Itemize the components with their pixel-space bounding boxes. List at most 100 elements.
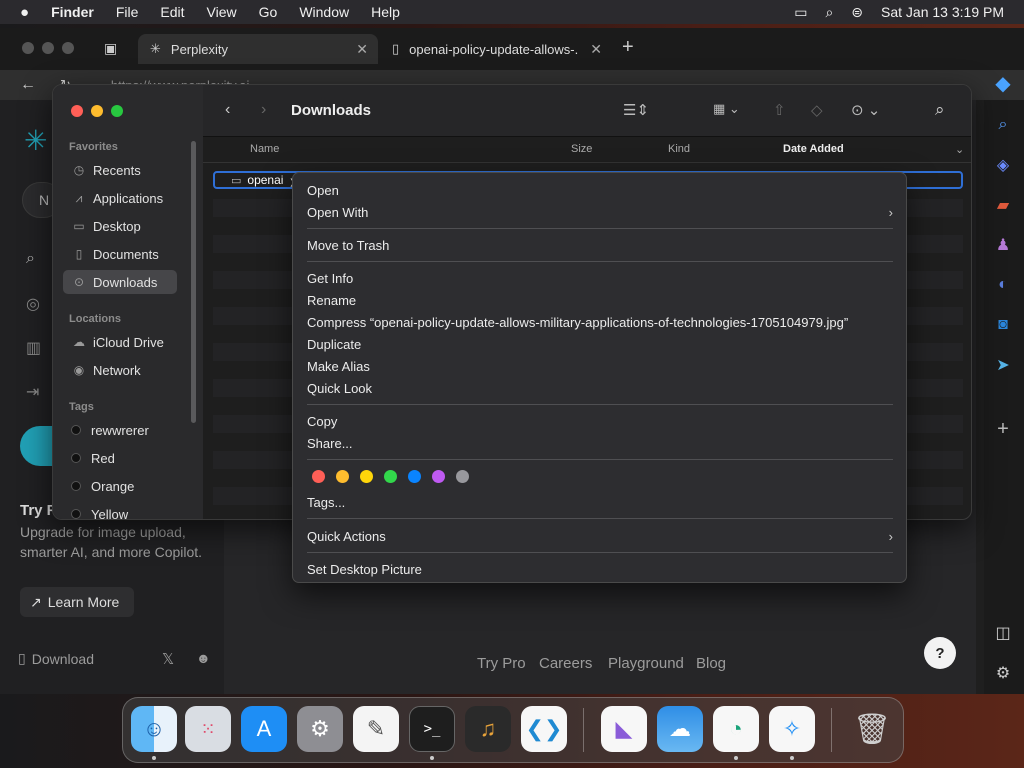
chevron-down-icon[interactable]: ⌄ <box>955 143 964 156</box>
sidebar-item-icloud-drive[interactable]: ☁ iCloud Drive <box>63 330 177 354</box>
games-icon[interactable]: ♟ <box>992 234 1014 256</box>
menu-item-set-desktop-picture[interactable]: Set Desktop Picture <box>307 559 422 579</box>
menu-item-make-alias[interactable]: Make Alias <box>307 356 370 376</box>
menu-item-quick-look[interactable]: Quick Look <box>307 378 372 398</box>
menu-edit[interactable]: Edit <box>160 4 184 20</box>
menu-view[interactable]: View <box>207 4 237 20</box>
tag-color-purple[interactable] <box>432 470 445 483</box>
menu-item-move-to-trash[interactable]: Move to Trash <box>307 235 389 255</box>
tab-openai-image[interactable]: ▯ openai-policy-update-allows-... ✕ <box>380 34 612 64</box>
sidebar-item-applications[interactable]: ⩘ Applications <box>63 186 177 210</box>
dock-garageband[interactable]: ♫ <box>465 706 511 752</box>
browser-close-dot[interactable] <box>22 42 34 54</box>
sidebar-tag-red[interactable]: Red <box>63 446 177 470</box>
menu-item-share[interactable]: Share... <box>307 433 353 453</box>
tag-color-red[interactable] <box>312 470 325 483</box>
sidebar-item-recents[interactable]: ◷ Recents <box>63 158 177 182</box>
dock-weather[interactable]: ☁ <box>657 706 703 752</box>
dock-safari[interactable]: ✧ <box>769 706 815 752</box>
tag-color-gray[interactable] <box>456 470 469 483</box>
zoom-window-button[interactable] <box>111 105 123 117</box>
dock-visual-studio[interactable]: ◣ <box>601 706 647 752</box>
menu-item-compress[interactable]: Compress “openai-policy-update-allows-mi… <box>307 312 848 332</box>
sign-in-icon[interactable]: ⇥ <box>26 382 39 402</box>
list-view-icon[interactable]: ☰⇕ <box>623 101 649 119</box>
footer-link-blog[interactable]: Blog <box>696 655 726 672</box>
back-icon[interactable]: ← <box>20 76 36 94</box>
footer-link-careers[interactable]: Careers <box>539 655 592 672</box>
tab-actions-icon[interactable]: ▣ <box>104 40 117 57</box>
control-center-icon[interactable]: ⊜ <box>851 4 863 21</box>
copilot-icon[interactable]: ◆ <box>992 72 1014 95</box>
microsoft-365-icon[interactable]: ◐ <box>992 274 1014 296</box>
tag-color-orange[interactable] <box>336 470 349 483</box>
outlook-icon[interactable]: ◙ <box>992 314 1014 336</box>
menu-item-open[interactable]: Open <box>307 180 339 200</box>
tag-color-green[interactable] <box>384 470 397 483</box>
tab-perplexity[interactable]: ✳ Perplexity ✕ <box>138 34 378 64</box>
dock-textedit[interactable]: ✎ <box>353 706 399 752</box>
dock-trash[interactable]: 🗑 <box>849 706 895 752</box>
perplexity-logo-icon[interactable]: ✳ <box>24 124 47 157</box>
dock-edge[interactable]: ◔ <box>713 706 759 752</box>
sidebar-scrollbar[interactable] <box>191 141 196 423</box>
menu-item-rename[interactable]: Rename <box>307 290 356 310</box>
add-icon[interactable]: + <box>992 418 1014 440</box>
menu-item-open-with[interactable]: Open With › <box>307 202 893 222</box>
library-icon[interactable]: ▥ <box>26 338 41 358</box>
dock-vscode[interactable]: ❮❯ <box>521 706 567 752</box>
shopping-icon[interactable]: ◈ <box>992 154 1014 176</box>
search-icon[interactable]: ⌕ <box>26 250 35 268</box>
menu-item-copy[interactable]: Copy <box>307 411 337 431</box>
display-icon[interactable]: ▭ <box>794 4 807 21</box>
close-icon[interactable]: ✕ <box>356 41 368 58</box>
column-size[interactable]: Size <box>571 143 592 155</box>
learn-more-button[interactable]: ↗ Learn More <box>20 587 134 617</box>
menu-clock[interactable]: Sat Jan 13 3:19 PM <box>881 4 1004 20</box>
sidebar-toggle-icon[interactable]: ◫ <box>992 622 1014 644</box>
menu-item-duplicate[interactable]: Duplicate <box>307 334 361 354</box>
menu-window[interactable]: Window <box>299 4 349 20</box>
apple-menu-icon[interactable]: ● <box>20 4 29 21</box>
close-window-button[interactable] <box>71 105 83 117</box>
send-icon[interactable]: ➤ <box>992 354 1014 376</box>
sidebar-item-desktop[interactable]: ▭ Desktop <box>63 214 177 238</box>
share-icon[interactable]: ⇧ <box>773 101 786 119</box>
sidebar-item-network[interactable]: ◉ Network <box>63 358 177 382</box>
menu-item-tags[interactable]: Tags... <box>307 492 345 512</box>
minimize-window-button[interactable] <box>91 105 103 117</box>
dock-terminal[interactable]: >_ <box>409 706 455 752</box>
search-icon[interactable]: ⌕ <box>992 114 1014 136</box>
discord-icon[interactable]: ☻ <box>196 650 211 666</box>
menu-item-get-info[interactable]: Get Info <box>307 268 353 288</box>
footer-link-try-pro[interactable]: Try Pro <box>477 655 526 672</box>
sidebar-item-downloads[interactable]: ⊙ Downloads <box>63 270 177 294</box>
dock-app-store[interactable]: A <box>241 706 287 752</box>
x-twitter-icon[interactable]: 𝕏 <box>162 650 174 668</box>
dock-launchpad[interactable]: ⁙ <box>185 706 231 752</box>
spotlight-icon[interactable]: ⌕ <box>825 4 833 21</box>
dock-system-settings[interactable]: ⚙ <box>297 706 343 752</box>
browser-max-dot[interactable] <box>62 42 74 54</box>
search-icon[interactable]: ⌕ <box>935 100 945 120</box>
download-link[interactable]: ▯ Download <box>18 650 94 667</box>
menu-item-quick-actions[interactable]: Quick Actions › <box>307 526 893 546</box>
browser-min-dot[interactable] <box>42 42 54 54</box>
column-kind[interactable]: Kind <box>668 143 690 155</box>
tag-color-yellow[interactable] <box>360 470 373 483</box>
dock-finder[interactable]: ☺ <box>131 706 177 752</box>
new-tab-icon[interactable]: + <box>622 36 634 59</box>
sidebar-item-documents[interactable]: ▯ Documents <box>63 242 177 266</box>
menu-help[interactable]: Help <box>371 4 400 20</box>
tag-color-blue[interactable] <box>408 470 421 483</box>
column-name[interactable]: Name <box>250 143 279 155</box>
tag-icon[interactable]: ◇ <box>811 101 823 119</box>
close-icon[interactable]: ✕ <box>590 41 602 58</box>
more-actions-icon[interactable]: ⊙ ⌄ <box>851 101 880 119</box>
sidebar-tag-rewwrerer[interactable]: rewwrerer <box>63 418 177 442</box>
menu-go[interactable]: Go <box>259 4 278 20</box>
group-icon[interactable]: ▦ ⌄ <box>713 101 740 117</box>
forward-icon[interactable]: › <box>261 101 266 119</box>
footer-link-playground[interactable]: Playground <box>608 655 684 672</box>
menu-file[interactable]: File <box>116 4 139 20</box>
